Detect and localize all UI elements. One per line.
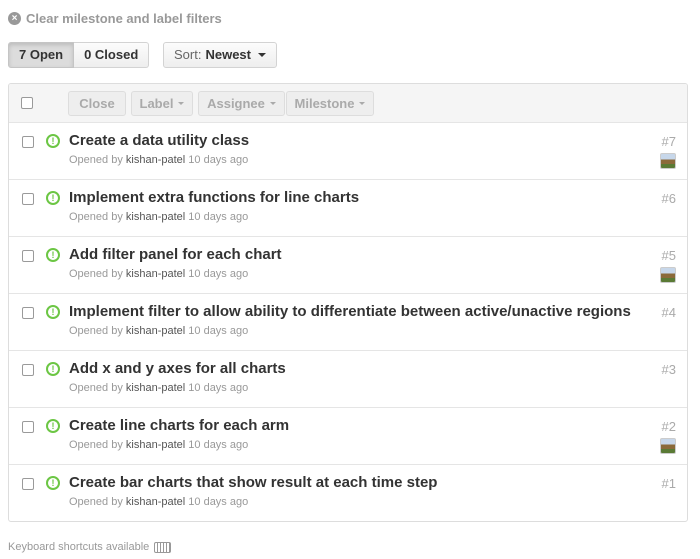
issue-opened-icon: !: [46, 362, 60, 376]
issue-row: ! Add filter panel for each chart Opened…: [9, 237, 687, 294]
closed-issues-button[interactable]: 0 Closed: [74, 42, 150, 68]
chevron-down-icon: [258, 53, 266, 57]
issue-number: #7: [661, 134, 676, 149]
assignee-dropdown-label: Assignee: [207, 96, 265, 111]
milestone-dropdown[interactable]: Milestone: [286, 91, 374, 116]
clear-filters-link[interactable]: × Clear milestone and label filters: [8, 11, 222, 26]
issue-checkbox[interactable]: [22, 250, 34, 262]
issue-author[interactable]: kishan-patel: [126, 496, 185, 508]
opened-by-text: Opened by: [69, 439, 123, 451]
opened-by-text: Opened by: [69, 268, 123, 280]
issues-list: Close Label Assignee Milestone ! Create …: [8, 83, 688, 522]
issue-checkbox[interactable]: [22, 421, 34, 433]
issue-number: #2: [661, 419, 676, 434]
opened-by-text: Opened by: [69, 211, 123, 223]
issue-row: ! Create bar charts that show result at …: [9, 465, 687, 521]
keyboard-shortcuts-link[interactable]: Keyboard shortcuts available: [8, 541, 172, 553]
issue-number: #1: [661, 476, 676, 491]
issue-checkbox[interactable]: [22, 136, 34, 148]
issue-title[interactable]: Add filter panel for each chart: [69, 246, 282, 263]
label-dropdown[interactable]: Label: [131, 91, 193, 116]
issue-meta: Opened by kishan-patel 10 days ago: [69, 382, 248, 394]
assignee-avatar[interactable]: [660, 153, 676, 169]
issue-state-toggle: 7 Open 0 Closed: [8, 42, 150, 68]
issue-title[interactable]: Create bar charts that show result at ea…: [69, 474, 437, 491]
issue-row: ! Implement filter to allow ability to d…: [9, 294, 687, 351]
issue-author[interactable]: kishan-patel: [126, 154, 185, 166]
assignee-dropdown[interactable]: Assignee: [198, 91, 285, 116]
issue-title[interactable]: Create line charts for each arm: [69, 417, 289, 434]
issue-meta: Opened by kishan-patel 10 days ago: [69, 325, 248, 337]
issue-title[interactable]: Create a data utility class: [69, 132, 249, 149]
select-all-checkbox[interactable]: [21, 97, 33, 109]
issue-meta: Opened by kishan-patel 10 days ago: [69, 496, 248, 508]
issue-age: 10 days ago: [188, 439, 249, 451]
issue-number: #3: [661, 362, 676, 377]
issue-title[interactable]: Implement extra functions for line chart…: [69, 189, 359, 206]
issue-checkbox[interactable]: [22, 193, 34, 205]
issue-age: 10 days ago: [188, 268, 249, 280]
issue-age: 10 days ago: [188, 211, 249, 223]
issue-opened-icon: !: [46, 419, 60, 433]
close-button-label: Close: [79, 96, 115, 111]
opened-by-text: Opened by: [69, 325, 123, 337]
clear-filters-label: Clear milestone and label filters: [26, 11, 222, 26]
issue-row: ! Implement extra functions for line cha…: [9, 180, 687, 237]
issue-age: 10 days ago: [188, 496, 249, 508]
sort-value: Newest: [205, 47, 251, 62]
issue-age: 10 days ago: [188, 325, 249, 337]
issue-meta: Opened by kishan-patel 10 days ago: [69, 154, 248, 166]
issue-opened-icon: !: [46, 305, 60, 319]
issue-author[interactable]: kishan-patel: [126, 268, 185, 280]
chevron-down-icon: [178, 102, 185, 105]
issue-author[interactable]: kishan-patel: [126, 325, 185, 337]
issue-opened-icon: !: [46, 476, 60, 490]
issue-number: #4: [661, 305, 676, 320]
issue-checkbox[interactable]: [22, 307, 34, 319]
issue-author[interactable]: kishan-patel: [126, 211, 185, 223]
issue-row: ! Create a data utility class Opened by …: [9, 123, 687, 180]
issue-author[interactable]: kishan-patel: [126, 382, 185, 394]
assignee-avatar[interactable]: [660, 267, 676, 283]
issue-number: #5: [661, 248, 676, 263]
keyboard-icon: [154, 541, 172, 553]
opened-by-text: Opened by: [69, 496, 123, 508]
close-circle-icon: ×: [8, 12, 21, 25]
issue-number: #6: [661, 191, 676, 206]
bulk-actions-toolbar: Close Label Assignee Milestone: [9, 84, 687, 123]
issue-meta: Opened by kishan-patel 10 days ago: [69, 439, 248, 451]
assignee-avatar[interactable]: [660, 438, 676, 454]
sort-dropdown[interactable]: Sort: Newest: [163, 42, 277, 68]
issue-age: 10 days ago: [188, 154, 249, 166]
issue-age: 10 days ago: [188, 382, 249, 394]
issue-title[interactable]: Add x and y axes for all charts: [69, 360, 286, 377]
sort-prefix: Sort:: [174, 47, 202, 62]
milestone-dropdown-label: Milestone: [294, 96, 355, 111]
issue-opened-icon: !: [46, 248, 60, 262]
issue-opened-icon: !: [46, 191, 60, 205]
issue-row: ! Add x and y axes for all charts Opened…: [9, 351, 687, 408]
chevron-down-icon: [359, 102, 366, 105]
issue-meta: Opened by kishan-patel 10 days ago: [69, 268, 248, 280]
opened-by-text: Opened by: [69, 154, 123, 166]
close-button[interactable]: Close: [68, 91, 126, 116]
open-issues-button[interactable]: 7 Open: [8, 42, 75, 68]
issue-checkbox[interactable]: [22, 478, 34, 490]
opened-by-text: Opened by: [69, 382, 123, 394]
issue-checkbox[interactable]: [22, 364, 34, 376]
chevron-down-icon: [269, 102, 276, 105]
issue-title[interactable]: Implement filter to allow ability to dif…: [69, 303, 631, 320]
label-dropdown-label: Label: [139, 96, 174, 111]
keyboard-shortcuts-label: Keyboard shortcuts available: [8, 541, 150, 553]
issue-opened-icon: !: [46, 134, 60, 148]
issue-author[interactable]: kishan-patel: [126, 439, 185, 451]
issue-row: ! Create line charts for each arm Opened…: [9, 408, 687, 465]
issue-meta: Opened by kishan-patel 10 days ago: [69, 211, 248, 223]
